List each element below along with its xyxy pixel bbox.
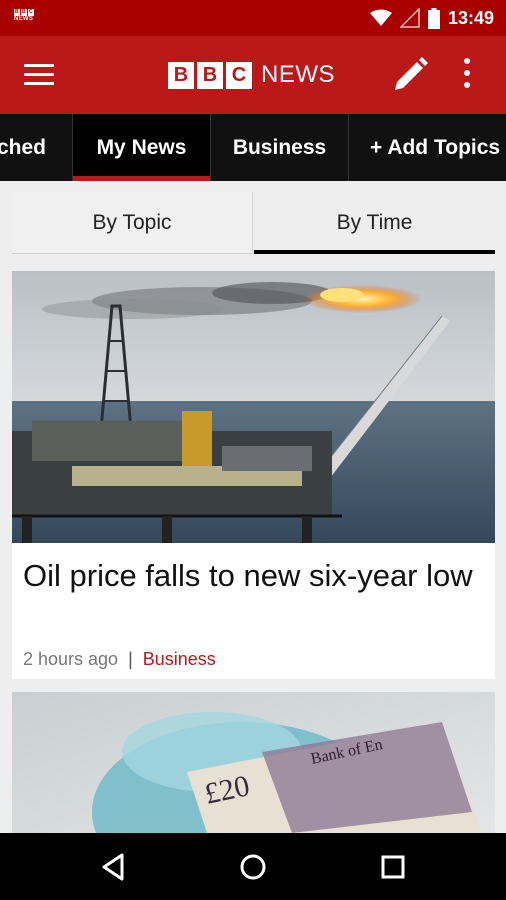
bbc-news-logo: B B C NEWS: [168, 61, 335, 89]
topic-tabs: tched My News Business + Add Topics: [0, 114, 506, 181]
active-tab-indicator: [73, 176, 210, 181]
meta-separator: |: [128, 649, 133, 669]
status-bar: BBC NEWS 13:49: [0, 0, 506, 36]
by-topic-button[interactable]: By Topic: [12, 192, 253, 254]
by-time-label: By Time: [336, 211, 413, 234]
tab-label: Business: [232, 136, 327, 159]
system-nav-bar: [0, 833, 506, 900]
tab-add-topics[interactable]: + Add Topics: [349, 114, 506, 181]
wifi-icon: [369, 9, 392, 26]
logo-letter: B: [168, 61, 194, 89]
article-card[interactable]: £20 Bank of En: [12, 692, 495, 833]
article-topic-link[interactable]: Business: [143, 649, 216, 669]
by-time-button[interactable]: By Time: [254, 192, 495, 254]
back-icon[interactable]: [96, 849, 132, 885]
logo-word: NEWS: [261, 61, 335, 88]
by-topic-label: By Topic: [92, 211, 172, 234]
logo-bottom-text: NEWS: [14, 16, 34, 22]
home-icon[interactable]: [235, 849, 271, 885]
oil-platform-photo: [12, 271, 495, 543]
article-timestamp: 2 hours ago: [23, 649, 119, 669]
view-toggle: By Topic By Time: [12, 192, 495, 254]
article-card[interactable]: Oil price falls to new six-year low 2 ho…: [12, 271, 495, 679]
hamburger-menu-icon[interactable]: [24, 64, 54, 86]
article-meta: 2 hours ago | Business: [23, 649, 216, 670]
more-vert-icon[interactable]: [455, 58, 479, 92]
tab-label: tched: [0, 136, 47, 159]
tab-my-news[interactable]: My News: [73, 114, 211, 181]
logo-letter: B: [197, 61, 223, 89]
tab-label: My News: [96, 136, 187, 159]
bbc-news-notification-icon: BBC NEWS: [14, 9, 38, 23]
app-toolbar: B B C NEWS: [0, 36, 506, 114]
edit-pencil-icon[interactable]: [391, 56, 429, 94]
tab-watched[interactable]: tched: [0, 114, 73, 181]
cellular-icon: [399, 8, 420, 28]
selected-indicator: [254, 250, 495, 254]
tab-label: + Add Topics: [370, 136, 501, 159]
clock-text: 13:49: [447, 7, 494, 28]
logo-letter: C: [226, 61, 252, 89]
tab-business[interactable]: Business: [211, 114, 349, 181]
recents-icon[interactable]: [375, 849, 411, 885]
banknote-piggybank-photo: £20 Bank of En: [12, 692, 495, 833]
battery-icon: [427, 7, 440, 29]
article-headline[interactable]: Oil price falls to new six-year low: [23, 556, 483, 596]
